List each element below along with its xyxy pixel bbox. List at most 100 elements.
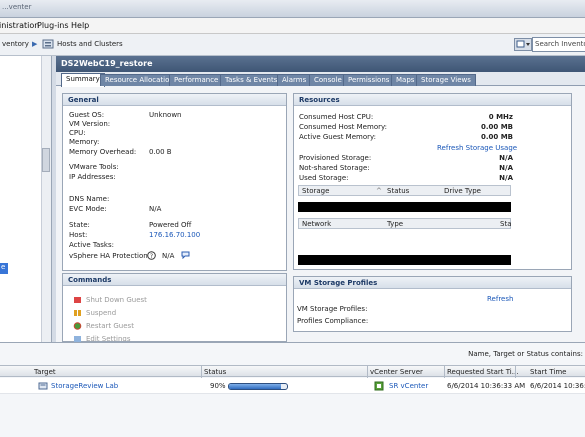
breadcrumb-hosts-clusters[interactable]: Hosts and Clusters xyxy=(57,40,123,48)
breadcrumb-inventory[interactable]: ventory xyxy=(2,40,29,48)
state-label: State: xyxy=(69,221,90,229)
window-title: ...venter xyxy=(2,3,32,11)
guest-os-value: Unknown xyxy=(149,111,182,119)
evc-mode-label: EVC Mode: xyxy=(69,205,107,213)
consumed-host-cpu-value: 0 MHz xyxy=(488,113,513,121)
status-column-truncated[interactable]: Sta xyxy=(500,220,511,228)
requested-start-column[interactable]: Requested Start Ti... xyxy=(447,368,518,376)
tab-performance[interactable]: Performance xyxy=(169,74,224,86)
recent-tasks-panel: Name, Target or Status contains: Target … xyxy=(0,342,585,437)
start-time-column[interactable]: Start Time xyxy=(530,368,566,376)
active-tasks-label: Active Tasks: xyxy=(69,241,114,249)
vm-name: DS2WebC19_restore xyxy=(61,59,153,68)
ha-protection-label: vSphere HA Protection: xyxy=(69,252,151,260)
breadcrumb-separator-icon: ▶ xyxy=(32,40,38,48)
guest-os-label: Guest OS: xyxy=(69,111,105,119)
vm-storage-profiles-label: VM Storage Profiles: xyxy=(297,305,368,313)
not-shared-storage-label: Not-shared Storage: xyxy=(299,164,370,172)
memory-overhead-value: 0.00 B xyxy=(149,148,172,156)
status-column-header[interactable]: Status xyxy=(204,368,226,376)
type-column[interactable]: Type xyxy=(387,220,403,228)
svg-text:?: ? xyxy=(150,253,153,260)
hosts-clusters-icon xyxy=(42,39,54,49)
menu-plugins[interactable]: Plug-ins xyxy=(37,21,69,30)
ip-addresses-label: IP Addresses: xyxy=(69,173,116,181)
active-guest-memory-label: Active Guest Memory: xyxy=(299,133,376,141)
target-column[interactable]: Target xyxy=(34,368,56,376)
tab-resource-allocation[interactable]: Resource Allocation xyxy=(100,74,179,86)
tasks-table-header: Target Status vCenter Server Requested S… xyxy=(0,365,585,378)
window-titlebar: ...venter xyxy=(0,0,585,18)
vm-version-label: VM Version: xyxy=(69,120,111,128)
drive-type-column[interactable]: Drive Type xyxy=(444,187,481,195)
tab-summary[interactable]: Summary xyxy=(61,73,105,87)
tree-scrollbar[interactable] xyxy=(41,56,51,342)
host-link[interactable]: 176.16.70.100 xyxy=(149,231,200,239)
task-vcenter-link[interactable]: SR vCenter xyxy=(389,382,428,390)
memory-label: Memory: xyxy=(69,138,100,146)
not-shared-storage-value: N/A xyxy=(499,164,513,172)
provisioned-storage-value: N/A xyxy=(499,154,513,162)
shutdown-icon xyxy=(74,297,81,303)
search-scope-icon[interactable] xyxy=(514,38,532,51)
dns-name-label: DNS Name: xyxy=(69,195,110,203)
menu-help[interactable]: Help xyxy=(71,21,89,30)
commands-header: Commands xyxy=(63,274,286,286)
storage-table-header: Storage ^ Status Drive Type xyxy=(298,185,511,196)
comment-icon[interactable] xyxy=(181,251,190,259)
tab-permissions[interactable]: Permissions xyxy=(343,74,395,86)
used-storage-label: Used Storage: xyxy=(299,174,349,182)
vm-title-bar: DS2WebC19_restore xyxy=(56,56,585,72)
vcenter-server-column[interactable]: vCenter Server xyxy=(370,368,423,376)
vmware-tools-label: VMware Tools: xyxy=(69,163,119,171)
restart-icon xyxy=(73,322,82,330)
storage-profiles-panel: VM Storage Profiles Refresh VM Storage P… xyxy=(293,276,572,332)
resources-panel: Resources Consumed Host CPU: 0 MHz Consu… xyxy=(293,93,572,270)
vm-tabs: Summary Resource Allocation Performance … xyxy=(56,72,585,87)
refresh-profiles-link[interactable]: Refresh xyxy=(487,295,513,303)
network-table-header: Network Type Sta xyxy=(298,218,511,229)
commands-panel: Commands Shut Down Guest Suspend Restart… xyxy=(62,273,287,342)
storage-column[interactable]: Storage xyxy=(302,187,329,195)
navigation-bar: ventory ▶ Hosts and Clusters Search Inve… xyxy=(0,34,585,56)
shut-down-guest-button[interactable]: Shut Down Guest xyxy=(86,296,147,304)
task-target-link[interactable]: StorageReview Lab xyxy=(51,382,118,390)
task-requested-start: 6/6/2014 10:36:33 AM xyxy=(447,382,526,390)
tree-selected-item[interactable]: e xyxy=(0,263,8,274)
vm-summary-content: DS2WebC19_restore Summary Resource Alloc… xyxy=(56,56,585,342)
network-column[interactable]: Network xyxy=(302,220,331,228)
vcenter-icon xyxy=(374,381,384,391)
refresh-storage-usage-link[interactable]: Refresh Storage Usage xyxy=(437,144,517,152)
suspend-icon xyxy=(74,310,81,316)
tab-storage-views[interactable]: Storage Views xyxy=(416,74,476,86)
edit-settings-button[interactable]: Edit Settings xyxy=(86,335,131,341)
help-icon[interactable]: ? xyxy=(147,251,156,260)
tab-alarms[interactable]: Alarms xyxy=(277,74,312,86)
tab-tasks-events[interactable]: Tasks & Events xyxy=(220,74,283,86)
consumed-host-memory-label: Consumed Host Memory: xyxy=(299,123,387,131)
cpu-label: CPU: xyxy=(69,129,86,137)
general-panel: General Guest OS: Unknown VM Version: CP… xyxy=(62,93,287,271)
consumed-host-cpu-label: Consumed Host CPU: xyxy=(299,113,374,121)
memory-overhead-label: Memory Overhead: xyxy=(69,148,137,156)
status-column[interactable]: Status xyxy=(387,187,409,195)
search-input[interactable]: Search Inventor xyxy=(532,37,585,52)
inventory-tree[interactable]: e xyxy=(0,56,52,342)
suspend-button[interactable]: Suspend xyxy=(86,309,116,317)
task-progress-bar xyxy=(228,383,288,390)
filter-label: Name, Target or Status contains: xyxy=(468,350,583,358)
table-row[interactable]: StorageReview Lab 90% SR vCenter 6/6/201… xyxy=(0,378,585,394)
task-start-time: 6/6/2014 10:36:33 AM xyxy=(530,382,585,390)
tree-scrollbar-thumb[interactable] xyxy=(42,148,50,172)
menu-administration[interactable]: inistration xyxy=(0,21,39,30)
general-header: General xyxy=(63,94,286,106)
menu-bar: inistration Plug-ins Help xyxy=(0,18,585,34)
storage-profiles-header: VM Storage Profiles xyxy=(294,277,571,289)
resources-header: Resources xyxy=(294,94,571,106)
tab-console[interactable]: Console xyxy=(309,74,347,86)
restart-guest-button[interactable]: Restart Guest xyxy=(86,322,134,330)
consumed-host-memory-value: 0.00 MB xyxy=(480,123,513,131)
sort-icon: ^ xyxy=(376,187,382,195)
network-table-body xyxy=(298,255,511,265)
profiles-compliance-label: Profiles Compliance: xyxy=(297,317,369,325)
